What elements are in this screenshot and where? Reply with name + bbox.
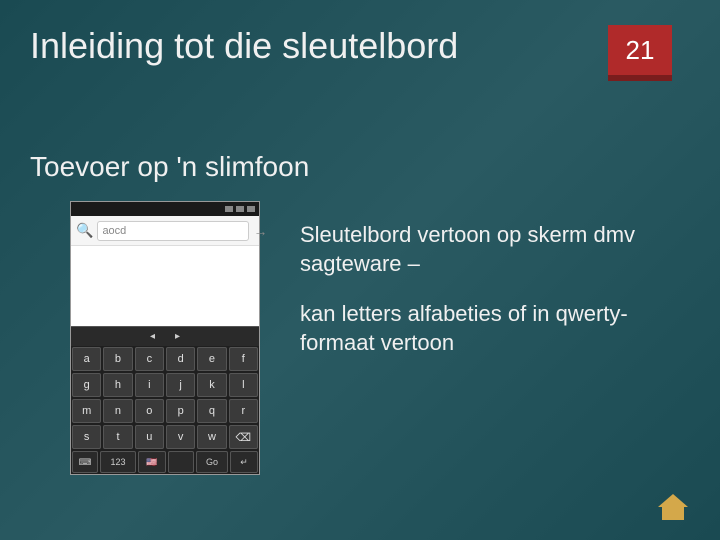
body-text: Sleutelbord vertoon op skerm dmv sagtewa…: [260, 201, 720, 475]
slide-title: Inleiding tot die sleutelbord: [30, 25, 458, 67]
key[interactable]: g: [72, 373, 101, 397]
search-input[interactable]: [97, 221, 249, 241]
space-key[interactable]: [168, 451, 194, 473]
suggestion-bar: ◂ ▸: [71, 326, 259, 346]
go-key[interactable]: Go: [196, 451, 228, 473]
key[interactable]: a: [72, 347, 101, 371]
phone-search-row: 🔍 →: [71, 216, 259, 246]
keyboard-grid: a b c d e f g h i j k l m n o p q r: [71, 346, 259, 474]
symbol-key[interactable]: ⌨: [72, 451, 98, 473]
phone-content-area: [71, 246, 259, 326]
key[interactable]: h: [103, 373, 132, 397]
key[interactable]: w: [197, 425, 226, 449]
suggestion-right-icon: ▸: [175, 331, 180, 342]
key[interactable]: s: [72, 425, 101, 449]
body-paragraph-2: kan letters alfabeties of in qwerty-form…: [300, 300, 660, 357]
key[interactable]: c: [135, 347, 164, 371]
key[interactable]: m: [72, 399, 101, 423]
backspace-key[interactable]: ⌫: [229, 425, 258, 449]
suggestion-left-icon: ◂: [150, 331, 155, 342]
page-number-badge: 21: [608, 25, 672, 81]
language-key[interactable]: 🇺🇸: [138, 451, 166, 473]
phone-mockup: 🔍 → ◂ ▸ a b c d e f g h i j k l: [70, 201, 260, 475]
key[interactable]: k: [197, 373, 226, 397]
home-icon[interactable]: [656, 492, 690, 522]
body-paragraph-1: Sleutelbord vertoon op skerm dmv sagtewa…: [300, 221, 660, 278]
key[interactable]: q: [197, 399, 226, 423]
key[interactable]: u: [135, 425, 164, 449]
key[interactable]: t: [103, 425, 132, 449]
key[interactable]: v: [166, 425, 195, 449]
numeric-key[interactable]: 123: [100, 451, 136, 473]
key[interactable]: i: [135, 373, 164, 397]
key[interactable]: f: [229, 347, 258, 371]
enter-key[interactable]: ↵: [230, 451, 258, 473]
key[interactable]: l: [229, 373, 258, 397]
slide-subtitle: Toevoer op 'n slimfoon: [30, 151, 720, 183]
key[interactable]: n: [103, 399, 132, 423]
search-icon: 🔍: [76, 222, 93, 239]
key[interactable]: p: [166, 399, 195, 423]
key[interactable]: j: [166, 373, 195, 397]
key[interactable]: b: [103, 347, 132, 371]
key[interactable]: o: [135, 399, 164, 423]
phone-statusbar: [71, 202, 259, 216]
key[interactable]: r: [229, 399, 258, 423]
key[interactable]: e: [197, 347, 226, 371]
key[interactable]: d: [166, 347, 195, 371]
